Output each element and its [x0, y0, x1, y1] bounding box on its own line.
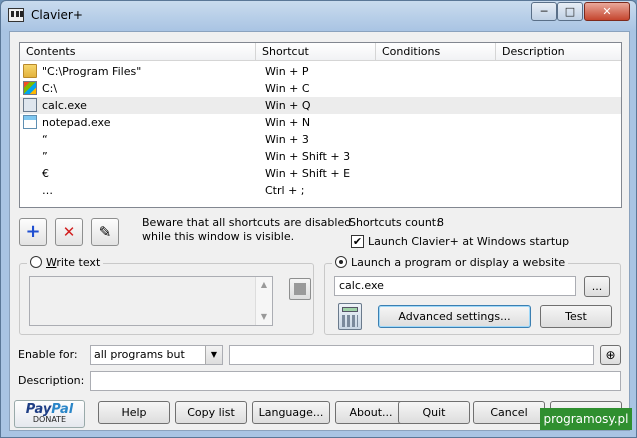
column-contents[interactable]: Contents — [20, 43, 256, 61]
row-shortcut: Win + P — [265, 65, 309, 78]
keyboard-icon — [8, 8, 24, 22]
delete-shortcut-button[interactable]: ✕ — [55, 218, 83, 246]
vertical-scrollbar[interactable]: ▲ ▼ — [255, 277, 272, 325]
warning-text-line1: Beware that all shortcuts are disabled — [142, 216, 352, 229]
test-button[interactable]: Test — [540, 305, 612, 328]
column-description[interactable]: Description — [496, 43, 622, 61]
startup-label[interactable]: Launch Clavier+ at Windows startup — [368, 235, 569, 248]
list-header: Contents Shortcut Conditions Description — [20, 43, 621, 61]
square-icon — [294, 283, 306, 295]
quit-button[interactable]: Quit — [398, 401, 470, 424]
enable-for-select[interactable]: all programs but ▼ — [90, 345, 223, 365]
edit-shortcut-button[interactable]: ✎ — [91, 218, 119, 246]
write-text-label: rite text — [56, 256, 101, 269]
list-row[interactable]: notepad.exe Win + N — [20, 114, 621, 131]
list-row[interactable]: ” Win + Shift + 3 — [20, 148, 621, 165]
watermark: programosy.pl — [540, 408, 632, 430]
language-button[interactable]: Language... — [252, 401, 330, 424]
row-shortcut: Ctrl + ; — [265, 184, 305, 197]
list-row[interactable]: € Win + Shift + E — [20, 165, 621, 182]
row-contents: … — [42, 184, 53, 197]
write-text-input[interactable]: ▲ ▼ — [29, 276, 273, 326]
shortcuts-count-label: Shortcuts count: — [349, 216, 440, 229]
target-picker-button[interactable]: ⊕ — [600, 345, 621, 365]
folder-icon — [23, 64, 37, 78]
shortcuts-count-value: 8 — [437, 216, 444, 229]
title-bar[interactable]: Clavier+ ─ □ ✕ — [1, 1, 636, 31]
write-text-accel: W — [46, 256, 57, 269]
list-row[interactable]: … Ctrl + ; — [20, 182, 621, 199]
row-contents: C:\ — [42, 82, 58, 95]
row-shortcut: Win + Shift + E — [265, 167, 351, 180]
enable-for-value: all programs but — [94, 348, 185, 361]
row-contents: “ — [42, 133, 48, 146]
row-contents: ” — [42, 150, 48, 163]
row-contents: calc.exe — [42, 99, 87, 112]
pencil-icon: ✎ — [98, 223, 112, 241]
launch-radio[interactable] — [335, 256, 347, 268]
row-contents: "C:\Program Files" — [42, 65, 142, 78]
column-conditions[interactable]: Conditions — [376, 43, 496, 61]
row-contents: notepad.exe — [42, 116, 111, 129]
advanced-settings-button[interactable]: Advanced settings... — [378, 305, 531, 328]
calculator-icon — [23, 98, 37, 112]
enable-for-label: Enable for: — [18, 348, 78, 361]
description-input[interactable] — [90, 371, 621, 391]
shortcuts-list[interactable]: Contents Shortcut Conditions Description… — [19, 42, 622, 208]
crosshair-icon: ⊕ — [605, 348, 616, 362]
enable-for-programs-input[interactable] — [229, 345, 594, 365]
chevron-down-icon[interactable]: ▼ — [205, 346, 222, 364]
main-window: Clavier+ ─ □ ✕ Contents Shortcut Conditi… — [0, 0, 637, 438]
plus-icon: + — [25, 221, 41, 242]
window-title: Clavier+ — [31, 8, 83, 22]
calculator-icon — [338, 303, 362, 330]
minimize-button[interactable]: ─ — [531, 2, 557, 21]
row-shortcut: Win + Shift + 3 — [265, 150, 351, 163]
description-label: Description: — [18, 374, 85, 387]
scroll-up-icon[interactable]: ▲ — [256, 277, 272, 293]
list-row-selected[interactable]: calc.exe Win + Q — [20, 97, 621, 114]
launch-command-input[interactable]: calc.exe — [334, 276, 576, 296]
close-button[interactable]: ✕ — [584, 2, 630, 21]
warning-text-line2: while this window is visible. — [142, 230, 295, 243]
launch-option[interactable]: Launch a program or display a website — [332, 256, 569, 269]
copy-list-button[interactable]: Copy list — [175, 401, 247, 424]
list-row[interactable]: C:\ Win + C — [20, 80, 621, 97]
row-shortcut: Win + N — [265, 116, 311, 129]
startup-checkbox[interactable]: ✔ — [351, 235, 364, 248]
column-shortcut[interactable]: Shortcut — [256, 43, 376, 61]
cancel-button[interactable]: Cancel — [473, 401, 545, 424]
row-shortcut: Win + C — [265, 82, 310, 95]
dialog-client: Contents Shortcut Conditions Description… — [9, 31, 630, 431]
scroll-down-icon[interactable]: ▼ — [256, 309, 272, 325]
delete-icon: ✕ — [62, 223, 76, 241]
row-contents: € — [42, 167, 49, 180]
maximize-button[interactable]: □ — [557, 2, 583, 21]
paypal-donate-button[interactable]: PayPal DONATE — [14, 400, 85, 428]
browse-button[interactable]: ... — [584, 276, 610, 297]
add-shortcut-button[interactable]: + — [19, 218, 47, 246]
about-button[interactable]: About... — [335, 401, 407, 424]
row-shortcut: Win + 3 — [265, 133, 309, 146]
write-text-group: ▲ ▼ — [19, 263, 314, 335]
write-text-option[interactable]: Write text — [27, 256, 104, 269]
help-button[interactable]: Help — [98, 401, 170, 424]
row-shortcut: Win + Q — [265, 99, 311, 112]
list-row[interactable]: "C:\Program Files" Win + P — [20, 63, 621, 80]
special-char-button[interactable] — [289, 278, 311, 300]
launch-group: calc.exe ... Advanced settings... Test — [324, 263, 621, 335]
notepad-icon — [23, 115, 37, 129]
write-text-radio[interactable] — [30, 256, 42, 268]
list-row[interactable]: “ Win + 3 — [20, 131, 621, 148]
drive-icon — [23, 81, 37, 95]
launch-label: Launch a program or display a website — [351, 256, 566, 269]
